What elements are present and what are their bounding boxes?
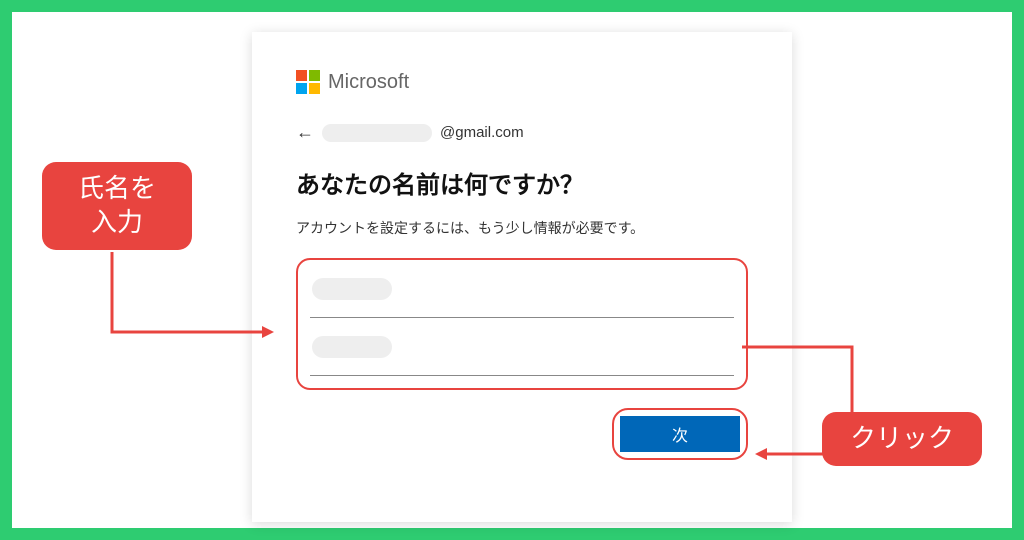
input-redacted	[312, 278, 392, 300]
name-inputs-highlight	[296, 258, 748, 390]
email-suffix: @gmail.com	[440, 124, 524, 141]
email-local-redacted	[322, 124, 432, 142]
input-redacted	[312, 336, 392, 358]
brand-text: Microsoft	[328, 71, 409, 94]
next-button-highlight: 次	[612, 408, 748, 460]
page-subtext: アカウントを設定するには、もう少し情報が必要です。	[296, 218, 748, 238]
callout-enter-name: 氏名を 入力	[42, 162, 192, 250]
email-row: ← @gmail.com	[296, 122, 748, 143]
page-heading: あなたの名前は何ですか？	[296, 165, 748, 200]
callout-click-text: クリック	[850, 423, 954, 453]
microsoft-logo-icon	[296, 70, 320, 94]
callout-click: クリック	[822, 412, 982, 466]
last-name-input[interactable]	[310, 274, 734, 318]
logo-row: Microsoft	[296, 70, 748, 94]
button-row: 次	[296, 408, 748, 460]
callout-enter-name-text: 氏名を 入力	[78, 173, 156, 237]
next-button[interactable]: 次	[620, 416, 740, 452]
back-arrow-icon[interactable]: ←	[296, 122, 314, 143]
first-name-input[interactable]	[310, 332, 734, 376]
microsoft-signup-dialog: Microsoft ← @gmail.com あなたの名前は何ですか？ アカウン…	[252, 32, 792, 522]
